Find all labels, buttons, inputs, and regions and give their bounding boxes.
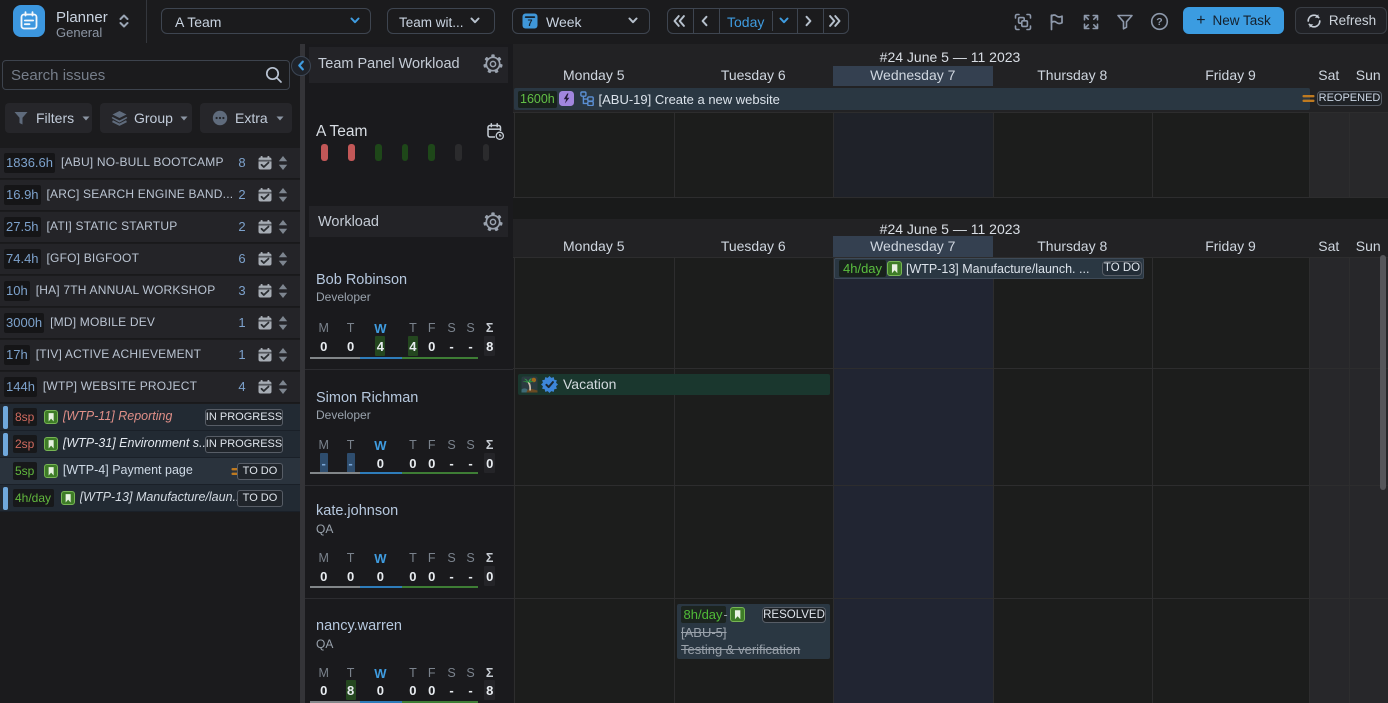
svg-text:?: ?	[1156, 16, 1162, 28]
svg-text:7: 7	[527, 18, 532, 28]
